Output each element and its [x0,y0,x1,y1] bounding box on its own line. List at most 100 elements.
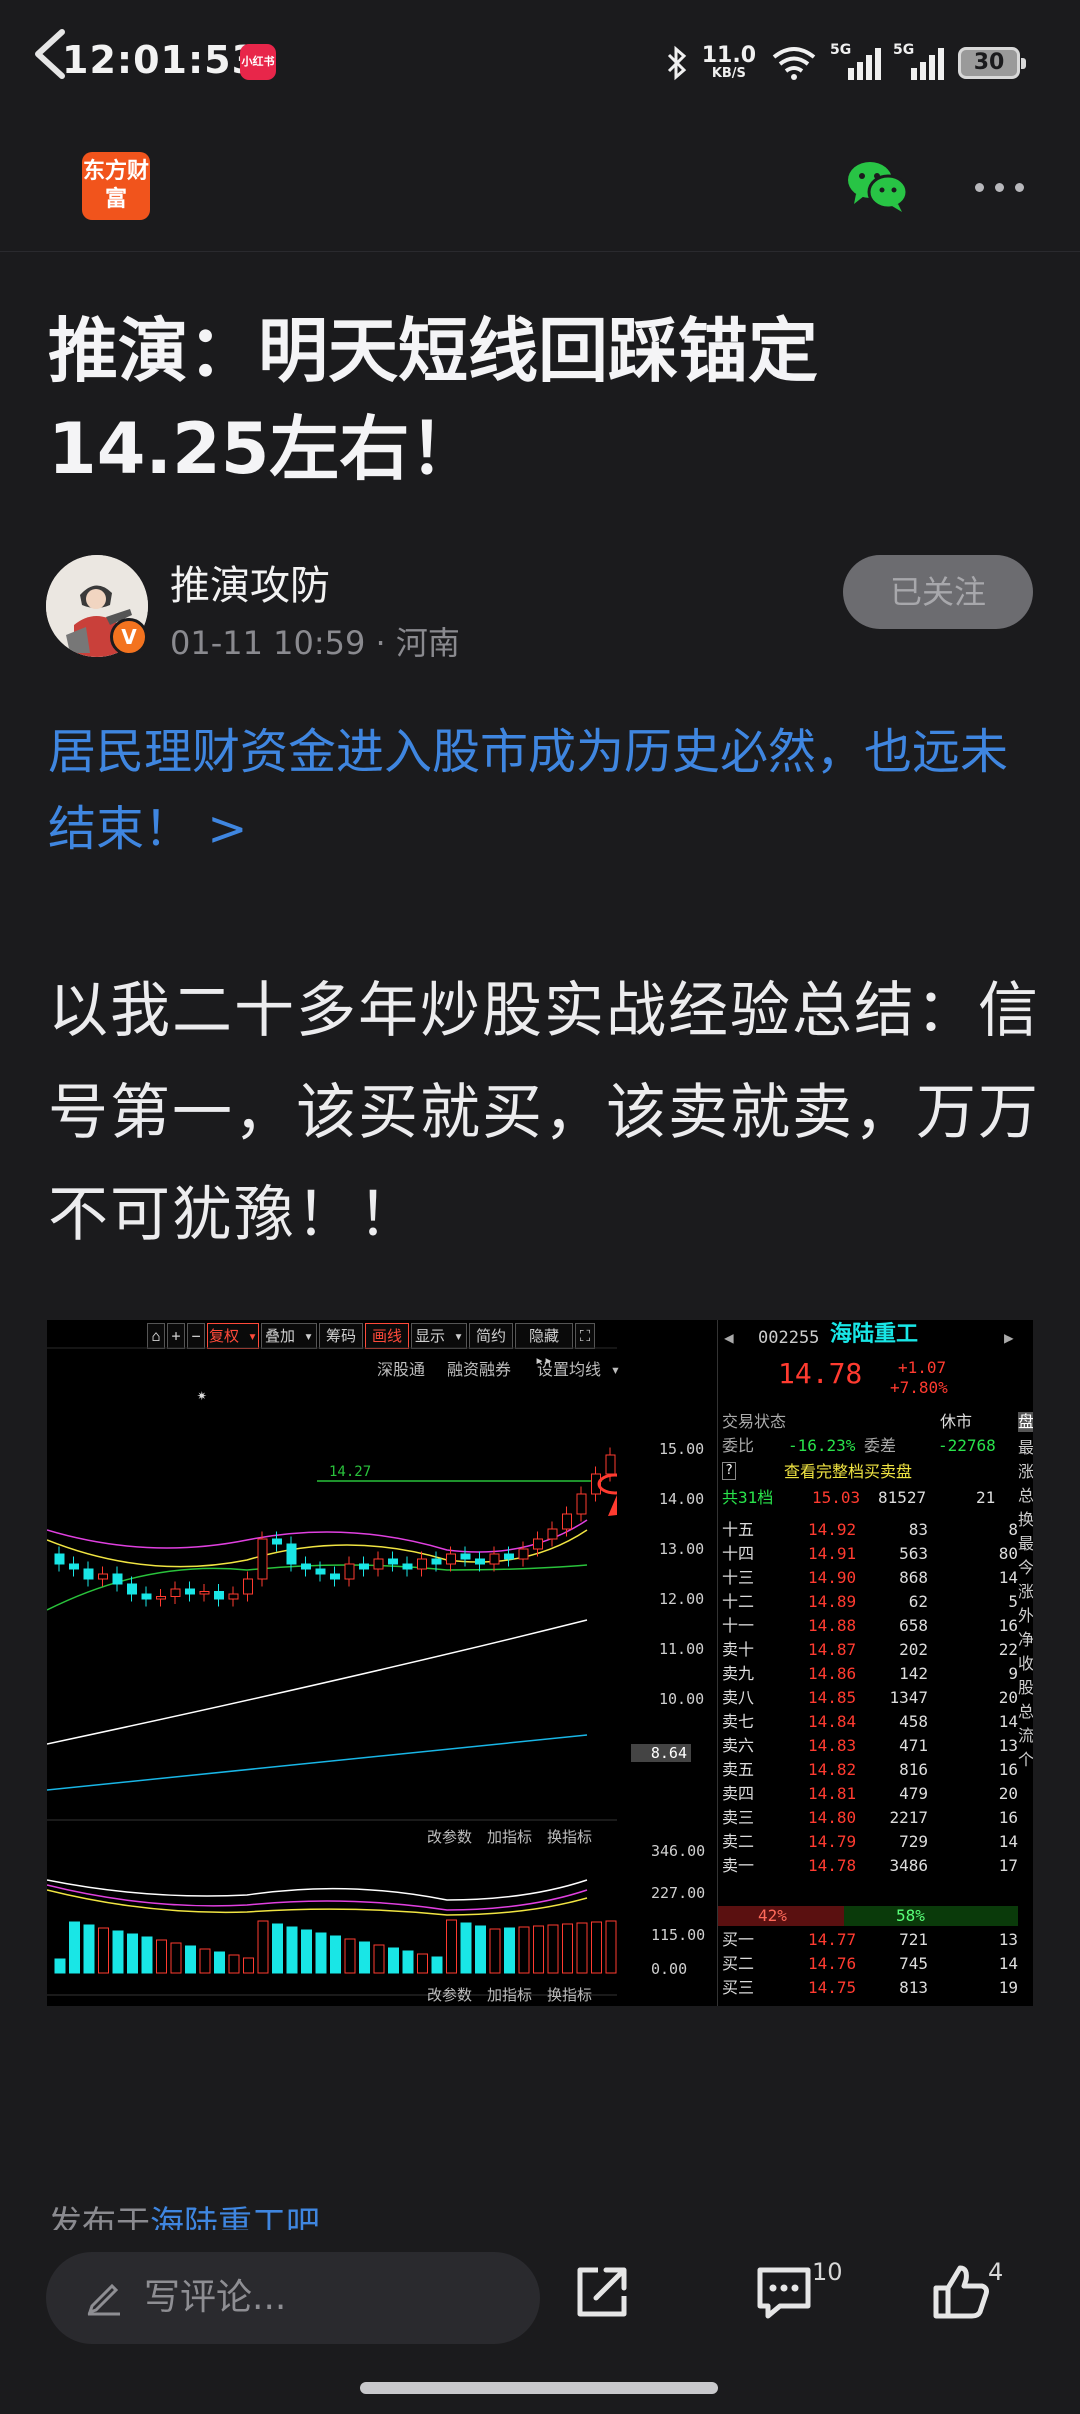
anchor-line-label: 14.27 [329,1464,371,1480]
orderbook-label: 十四 [722,1544,755,1563]
side-label: 涨 [1018,1462,1033,1481]
orderbook-vol: 3486 [889,1856,928,1875]
orderbook-price: 14.76 [808,1954,857,1973]
orderbook-label: 十一 [722,1616,755,1635]
prev-stock-icon[interactable]: ◀ [724,1328,734,1348]
star-marker: ✷ [197,1385,207,1404]
stock-name: 海陆重工 [830,1322,919,1347]
home-indicator[interactable] [360,2382,718,2394]
volume-bar [330,1935,341,1974]
volume-bar [156,1939,167,1974]
orderbook-row: 十二 14.89 62 5 [718,1590,1018,1614]
more-options-icon[interactable] [975,183,1024,192]
weicha-label: 委差 [864,1436,897,1455]
back-arrow-icon[interactable] [22,24,82,84]
orderbook-row: 卖四 14.81 479 20 [718,1782,1018,1806]
side-tab[interactable]: 盘 [1018,1412,1033,1432]
volume-bar [605,1920,617,1974]
volume-bar [83,1924,95,1974]
orderbook-price: 14.78 [808,1856,857,1875]
orderbook-n: 14 [998,1712,1018,1731]
like-icon[interactable] [930,2262,992,2322]
promo-link[interactable]: 居民理财资金进入股市成为历史必然，也远未结束！ > [48,714,1048,868]
orderbook-vol: 721 [899,1930,928,1949]
indicator-switch[interactable]: 换指标 [547,1826,592,1847]
volume-bar [54,1958,66,1974]
follow-button[interactable]: 已关注 [843,555,1033,629]
candle-body [243,1578,253,1595]
ma-line [47,1529,588,1568]
orderbook-label: 卖六 [722,1736,755,1755]
indicator-add[interactable]: 加指标 [487,1826,532,1847]
orderbook-row: 卖九 14.86 142 9 [718,1662,1018,1686]
volume-bar [243,1957,254,1974]
ma-line [47,1734,588,1791]
candle-body [301,1563,311,1570]
orderbook-price: 14.81 [808,1784,857,1803]
orderbook-price: 14.84 [808,1712,857,1731]
orderbook-price: 14.89 [808,1592,857,1611]
volume-bar [141,1936,153,1974]
orderbook-label: 卖七 [722,1712,755,1731]
candle-body [489,1553,500,1565]
ma-line [47,1519,588,1553]
orderbook-price: 14.79 [808,1832,857,1851]
price-axis-label: 13.00 [659,1540,705,1558]
volume-bar [431,1956,443,1974]
orderbook-row: 十四 14.91 563 80 [718,1542,1018,1566]
total-volume: 81527 [878,1488,927,1507]
orderbook-row: 十一 14.88 658 16 [718,1614,1018,1638]
orderbook-label: 卖一 [722,1856,755,1875]
help-icon[interactable]: ? [722,1462,736,1480]
eastmoney-logo[interactable]: 东方财富 [82,152,150,220]
side-label: 换 [1018,1510,1033,1529]
volume-bars [54,1919,617,1974]
post-meta: 01-11 10:59 · 河南 [170,624,460,662]
orderbook-label: 十二 [722,1592,755,1611]
orderbook-label: 十五 [722,1520,755,1539]
orderbook-n: 13 [998,1736,1018,1755]
volume-bar [504,1927,515,1974]
candle-body [576,1493,587,1515]
orderbook-price: 14.88 [808,1616,857,1635]
indicator-params[interactable]: 改参数 [427,1984,472,2005]
next-stock-icon[interactable]: ▶ [1004,1328,1014,1348]
candle-body [54,1553,65,1565]
side-label: 总 [1018,1702,1033,1721]
candle-body [272,1538,282,1545]
orderbook-vol: 813 [899,1978,928,1997]
orderbook-label: 卖二 [722,1832,755,1851]
orderbook-label: 卖五 [722,1760,755,1779]
orderbook-n: 16 [998,1616,1018,1635]
trade-status: 休市 [940,1412,973,1431]
orderbook-n: 20 [998,1784,1018,1803]
side-label: 个 [1018,1750,1033,1769]
full-orderbook-link[interactable]: 查看完整档买卖盘 [784,1462,912,1482]
price-axis-label: 11.00 [659,1640,705,1658]
total-count: 21 [976,1488,996,1507]
volume-bar [446,1919,457,1974]
bluetooth-icon [667,45,686,81]
weibi-label: 委比 [722,1436,755,1455]
author-name[interactable]: 推演攻防 [170,553,330,611]
orderbook-label: 卖八 [722,1688,755,1707]
share-icon[interactable] [572,2262,632,2322]
orderbook-row: 卖五 14.82 816 16 [718,1758,1018,1782]
price-axis-label: 14.00 [659,1490,705,1508]
orderbook-label: 十三 [722,1568,755,1587]
orderbook-price: 14.82 [808,1760,857,1779]
article-title: 推演：明天短线回踩锚定14.25左右！ [48,310,818,490]
candle-body [417,1558,427,1570]
indicator-switch[interactable]: 换指标 [547,1984,592,2005]
orderbook-price: 14.92 [808,1520,857,1539]
comment-icon[interactable] [754,2262,814,2322]
stock-chart-image[interactable]: ⌂ + − 复权 ▾ 叠加 ▾ 筹码 画线 显示 ▾ 简约 隐藏 ▸▸ ⛶ 深股… [47,1320,1033,2006]
indicator-params[interactable]: 改参数 [427,1826,472,1847]
wechat-share-icon[interactable] [846,158,910,214]
orderbook-vol: 2217 [889,1808,928,1827]
volume-bar [315,1932,327,1974]
volume-bar [591,1921,602,1974]
indicator-add[interactable]: 加指标 [487,1984,532,2005]
candle-body [431,1558,442,1565]
candle-body [504,1553,514,1560]
